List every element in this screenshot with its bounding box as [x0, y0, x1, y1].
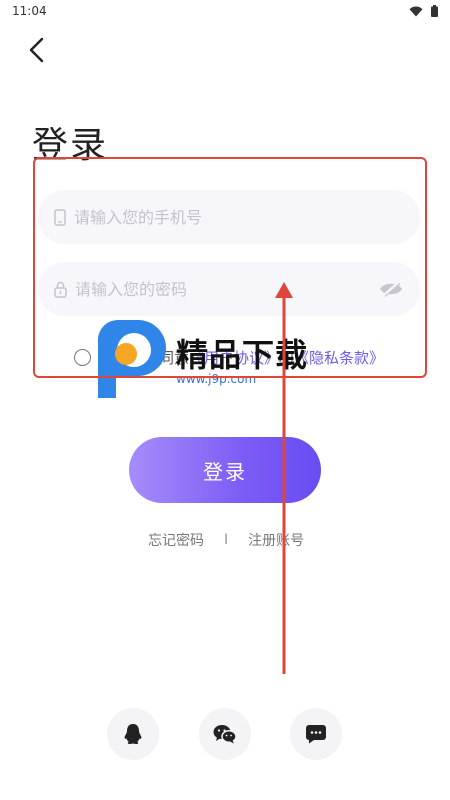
- register-link[interactable]: 注册账号: [248, 530, 304, 550]
- status-icons: [409, 5, 438, 17]
- wechat-icon: [213, 725, 237, 744]
- status-time: 11:04: [12, 4, 47, 18]
- battery-icon: [431, 5, 438, 17]
- eye-off-icon: [380, 281, 402, 297]
- lock-icon: [54, 281, 67, 298]
- chevron-left-icon: [29, 37, 44, 63]
- back-button[interactable]: [20, 34, 52, 66]
- user-agreement-link[interactable]: 《用户协议》: [189, 347, 279, 368]
- password-input[interactable]: [75, 279, 378, 299]
- agreement-prefix: 已阅读并同意: [99, 349, 190, 367]
- page-title: 登录: [32, 125, 109, 166]
- password-visibility-toggle[interactable]: [378, 276, 404, 302]
- agree-radio[interactable]: [74, 349, 91, 366]
- qq-icon: [124, 724, 142, 744]
- login-button[interactable]: 登录: [129, 437, 321, 503]
- phone-icon: [54, 208, 66, 226]
- agreement-row: 已阅读并同意 《用户协议》 和 《隐私条款》: [74, 347, 384, 368]
- sms-icon: [306, 725, 326, 744]
- wifi-icon: [409, 6, 423, 16]
- social-login-row: [107, 708, 343, 762]
- qq-login-button[interactable]: [107, 708, 159, 760]
- watermark-url: www.j9p.com: [176, 372, 257, 386]
- privacy-terms-link[interactable]: 《隐私条款》: [294, 347, 384, 368]
- bottom-links: 忘记密码 I 注册账号: [148, 530, 304, 550]
- phone-input[interactable]: [74, 207, 404, 227]
- forgot-password-link[interactable]: 忘记密码: [148, 530, 204, 550]
- link-separator: I: [224, 532, 229, 548]
- password-field[interactable]: [38, 262, 420, 316]
- agreement-and: 和: [279, 349, 295, 367]
- sms-login-button[interactable]: [290, 708, 342, 760]
- wechat-login-button[interactable]: [199, 708, 251, 760]
- status-bar: 11:04: [0, 0, 450, 22]
- phone-field[interactable]: [38, 190, 420, 244]
